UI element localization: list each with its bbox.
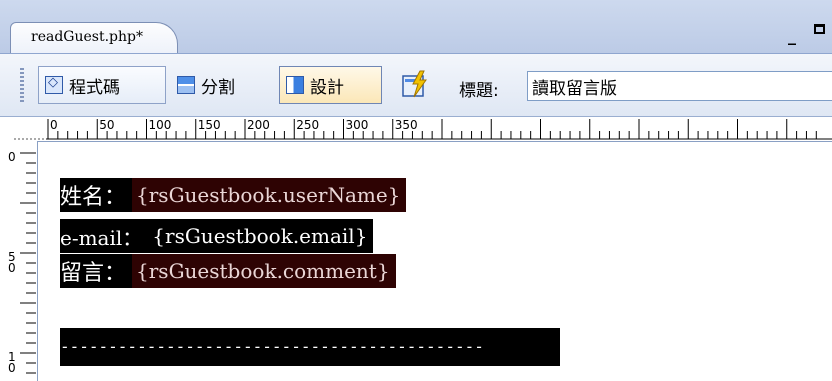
document-tab[interactable]: readGuest.php*	[10, 22, 178, 53]
document-tab-label: readGuest.php*	[31, 29, 143, 45]
ruler-corner	[0, 117, 46, 141]
ruler-label: 350	[395, 118, 418, 132]
comment-label: 留言：	[60, 254, 133, 288]
ruler-label: 50	[99, 118, 114, 132]
lightning-icon[interactable]	[402, 70, 430, 98]
ruler-label: 250	[296, 118, 319, 132]
design-canvas[interactable]: 姓名： {rsGuestbook.userName} e-mail： {rsGu…	[38, 142, 832, 381]
separator-line[interactable]: ----------------------------------------…	[60, 328, 560, 366]
restore-icon[interactable]	[814, 24, 825, 34]
name-label: 姓名：	[60, 178, 133, 212]
design-view-label: 設計	[310, 77, 344, 98]
toolbar-grip[interactable]	[20, 68, 24, 104]
comment-binding[interactable]: {rsGuestbook.comment}	[132, 254, 396, 288]
email-label: e-mail：	[60, 219, 149, 253]
design-view-button[interactable]: 設計	[279, 66, 382, 104]
document-toolbar: 程式碼 分割 設計 標題:	[0, 54, 832, 117]
ruler-label: 0	[8, 361, 16, 375]
comment-row[interactable]: 留言： {rsGuestbook.comment}	[60, 254, 396, 288]
split-view-icon	[177, 76, 195, 94]
design-view-icon	[286, 76, 304, 94]
ruler-label: 300	[346, 118, 369, 132]
email-binding[interactable]: {rsGuestbook.email}	[148, 219, 374, 253]
code-view-label: 程式碼	[69, 77, 120, 98]
code-view-icon	[45, 75, 63, 94]
vertical-ruler: 05010	[0, 141, 38, 381]
email-row[interactable]: e-mail： {rsGuestbook.email}	[60, 219, 374, 253]
ruler-label: 0	[8, 150, 16, 164]
name-binding[interactable]: {rsGuestbook.userName}	[132, 178, 407, 212]
horizontal-ruler: 0 50 100 150 200 250 300 350	[0, 117, 832, 142]
code-view-button[interactable]: 程式碼	[38, 66, 166, 104]
split-view-button[interactable]: 分割	[170, 66, 270, 104]
split-view-label: 分割	[201, 77, 235, 98]
ruler-label: 100	[149, 118, 172, 132]
page-title-input[interactable]	[527, 71, 832, 101]
ruler-label: 150	[198, 118, 221, 132]
ruler-label: 0	[50, 118, 58, 132]
title-label: 標題:	[459, 81, 499, 101]
minimize-icon[interactable]: _	[788, 26, 796, 45]
ruler-label: 0	[8, 261, 16, 275]
document-tab-strip: readGuest.php* _	[0, 0, 832, 54]
name-row[interactable]: 姓名： {rsGuestbook.userName}	[60, 178, 407, 212]
ruler-label: 200	[247, 118, 270, 132]
